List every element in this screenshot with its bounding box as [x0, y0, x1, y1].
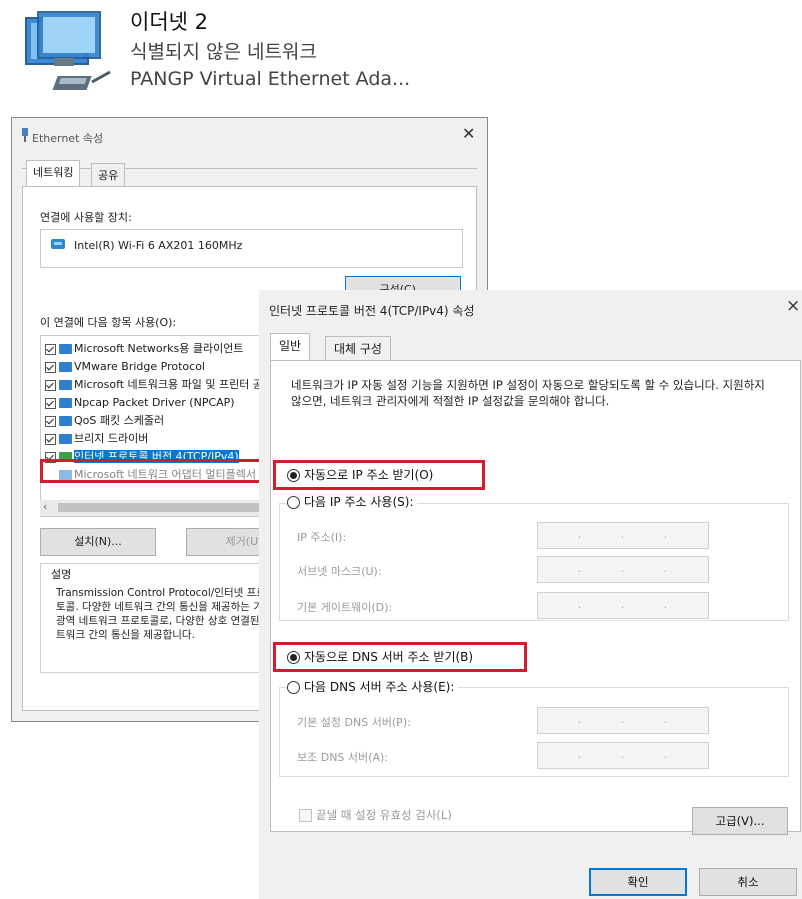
adapter-status: 식별되지 않은 네트워크: [130, 41, 317, 63]
ipv4-properties-dialog: 인터넷 프로토콜 버전 4(TCP/IPv4) 속성 × 일반 대체 구성 네트…: [259, 290, 802, 899]
network-cable-icon: [22, 128, 28, 142]
radio-unchecked-icon[interactable]: [287, 681, 300, 694]
validate-settings-checkbox[interactable]: 끝낼 때 설정 유효성 검사(L): [299, 807, 452, 823]
cancel-button[interactable]: 취소: [699, 868, 797, 896]
wifi-adapter-icon: [51, 239, 65, 249]
subnet-mask-input[interactable]: ...: [537, 556, 709, 583]
preferred-dns-label: 기본 설정 DNS 서버(P):: [297, 716, 411, 729]
ip-description: 네트워크가 IP 자동 설정 기능을 지원하면 IP 설정이 자동으로 할당되도…: [291, 378, 765, 408]
list-item-label: Microsoft Networks용 클라이언트: [74, 342, 244, 355]
list-item[interactable]: 브리지 드라이버: [45, 431, 148, 447]
default-gateway-label: 기본 게이트웨이(D):: [297, 601, 393, 614]
radio-checked-icon[interactable]: [287, 651, 300, 664]
ip-address-label: IP 주소(I):: [297, 531, 347, 544]
advanced-button[interactable]: 고급(V)...: [692, 807, 788, 835]
list-item[interactable]: Microsoft 네트워크용 파일 및 프린터 공유: [45, 377, 273, 393]
connection-items-list[interactable]: Microsoft Networks용 클라이언트 VMware Bridge …: [40, 335, 277, 517]
tab-alternate-configuration[interactable]: 대체 구성: [325, 336, 391, 360]
adapter-name: 이더넷 2: [130, 10, 208, 34]
network-client-icon: [59, 344, 72, 354]
description-text: Transmission Control Protocol/인터넷 프로토콜. …: [56, 587, 273, 641]
checkbox-icon[interactable]: [45, 379, 56, 391]
obtain-dns-auto-radio[interactable]: 자동으로 DNS 서버 주소 받기(B): [287, 647, 473, 667]
network-protocol-icon: [59, 398, 72, 408]
radio-unchecked-icon[interactable]: [287, 496, 300, 509]
use-ip-manual-label: 다음 IP 주소 사용(S):: [304, 495, 414, 509]
checkbox-icon[interactable]: [45, 343, 56, 355]
network-service-icon: [59, 416, 72, 426]
radio-checked-icon[interactable]: [287, 469, 300, 482]
list-item[interactable]: VMware Bridge Protocol: [45, 359, 205, 375]
dialog-title: Ethernet 속성: [32, 132, 104, 145]
use-ip-manual-radio[interactable]: 다음 IP 주소 사용(S):: [287, 492, 418, 512]
obtain-dns-auto-label: 자동으로 DNS 서버 주소 받기(B): [304, 650, 474, 664]
ok-button[interactable]: 확인: [589, 868, 687, 896]
alternate-dns-label: 보조 DNS 서버(A):: [297, 751, 388, 764]
alternate-dns-input[interactable]: ...: [537, 742, 709, 769]
horizontal-scrollbar[interactable]: ‹: [40, 500, 277, 516]
checkbox-icon[interactable]: [45, 361, 56, 373]
dialog-title: 인터넷 프로토콜 버전 4(TCP/IPv4) 속성: [269, 304, 475, 318]
network-protocol-icon: [59, 362, 72, 372]
use-dns-manual-label: 다음 DNS 서버 주소 사용(E):: [304, 680, 455, 694]
scroll-left-icon[interactable]: ‹: [43, 500, 47, 513]
list-item-label: 브리지 드라이버: [74, 432, 149, 445]
ip-address-input[interactable]: ...: [537, 522, 709, 549]
list-item[interactable]: QoS 패킷 스케줄러: [45, 413, 164, 429]
install-button[interactable]: 설치(N)...: [40, 528, 156, 556]
scroll-thumb[interactable]: [58, 503, 268, 512]
obtain-ip-auto-radio[interactable]: 자동으로 IP 주소 받기(O): [287, 465, 433, 485]
tab-networking[interactable]: 네트워킹: [26, 160, 81, 187]
list-item-label: Microsoft 네트워크용 파일 및 프린터 공유: [74, 378, 274, 391]
close-icon[interactable]: ✕: [462, 124, 475, 143]
tab-general[interactable]: 일반: [270, 333, 311, 361]
network-adapter-icon: [25, 11, 111, 90]
preferred-dns-input[interactable]: ...: [537, 707, 709, 734]
items-label: 이 연결에 다음 항목 사용(O):: [40, 316, 177, 329]
ipv4-item-highlight: [40, 459, 277, 483]
tab-sharing[interactable]: 공유: [91, 163, 126, 186]
network-protocol-icon: [59, 434, 72, 444]
list-item-label: QoS 패킷 스케줄러: [74, 414, 165, 427]
default-gateway-input[interactable]: ...: [537, 592, 709, 619]
list-item[interactable]: Npcap Packet Driver (NPCAP): [45, 395, 235, 411]
obtain-ip-auto-label: 자동으로 IP 주소 받기(O): [304, 468, 434, 482]
list-item-label: VMware Bridge Protocol: [74, 360, 205, 373]
validate-settings-label: 끝낼 때 설정 유효성 검사(L): [316, 808, 452, 822]
subnet-mask-label: 서브넷 마스크(U):: [297, 565, 382, 578]
checkbox-icon[interactable]: [45, 397, 56, 409]
checkbox-icon[interactable]: [45, 415, 56, 427]
adapter-device-name: PANGP Virtual Ethernet Ada...: [130, 68, 411, 90]
network-service-icon: [59, 380, 72, 390]
close-icon[interactable]: ×: [786, 296, 800, 316]
use-dns-manual-radio[interactable]: 다음 DNS 서버 주소 사용(E):: [287, 677, 459, 697]
connect-using-label: 연결에 사용할 장치:: [40, 211, 132, 224]
checkbox-icon[interactable]: [45, 433, 56, 445]
list-item-label: Npcap Packet Driver (NPCAP): [74, 396, 235, 409]
description-label: 설명: [48, 566, 75, 582]
device-name: Intel(R) Wi-Fi 6 AX201 160MHz: [74, 239, 243, 252]
checkbox-icon[interactable]: [299, 809, 312, 822]
list-item[interactable]: Microsoft Networks용 클라이언트: [45, 341, 243, 357]
